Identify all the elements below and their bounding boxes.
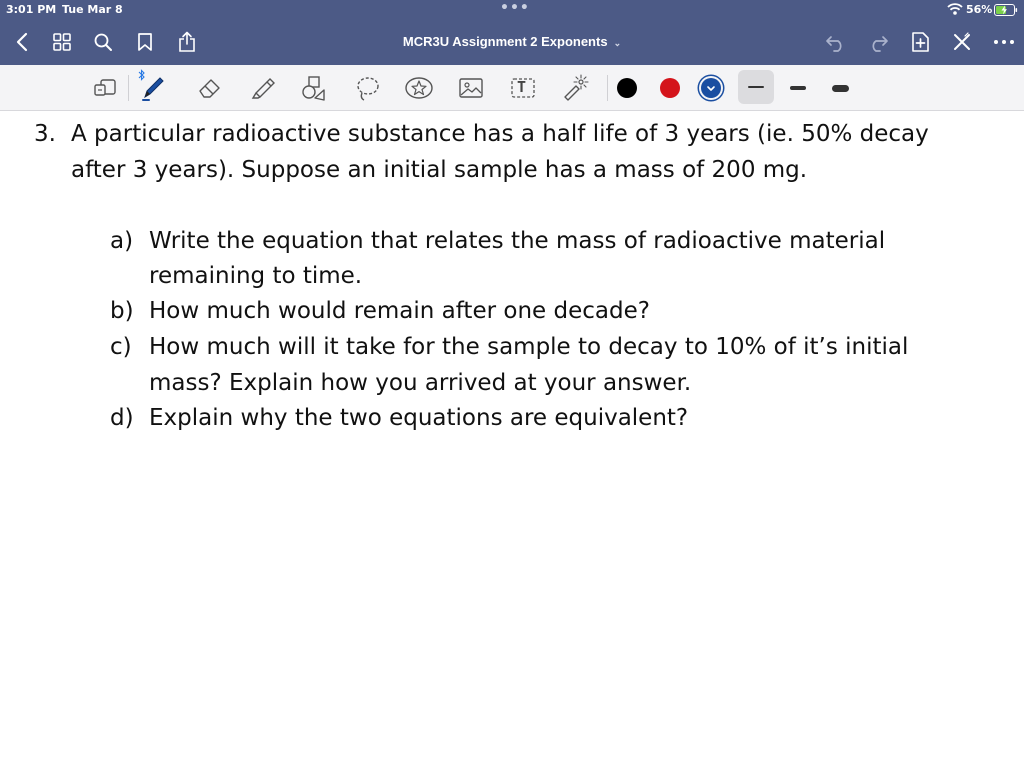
- bookmark-button[interactable]: [131, 28, 159, 56]
- redo-icon: [872, 36, 888, 52]
- toolbar-divider: [607, 75, 608, 101]
- part-label: d): [110, 405, 134, 431]
- drawing-toolbar: T: [0, 65, 1024, 111]
- undo-icon: [826, 36, 842, 52]
- part-label: a): [110, 228, 134, 254]
- question-number: 3.: [34, 121, 56, 147]
- thickness-thin-selected[interactable]: [738, 70, 774, 104]
- close-pen-icon: [954, 32, 970, 50]
- part-text: How much will it take for the sample to …: [149, 334, 909, 360]
- redo-button[interactable]: [864, 28, 892, 56]
- add-page-button[interactable]: [906, 28, 934, 56]
- shapes-icon: [302, 76, 325, 101]
- sticker-tool[interactable]: [404, 73, 434, 103]
- battery-percent: 56%: [966, 3, 993, 16]
- laser-pointer-icon: [564, 74, 589, 101]
- document-title[interactable]: MCR3U Assignment 2 Exponents ⌄: [340, 34, 684, 49]
- search-button[interactable]: [89, 28, 117, 56]
- lasso-icon: [357, 77, 379, 101]
- top-bar: 3:01 PM Tue Mar 8 ••• 56% MCR3U Assignme…: [0, 0, 1024, 65]
- status-time: 3:01 PM: [6, 3, 57, 16]
- thumbnails-button[interactable]: [48, 28, 76, 56]
- back-button[interactable]: [8, 28, 36, 56]
- color-swatch-black[interactable]: [617, 78, 637, 98]
- part-text: How much would remain after one decade?: [149, 298, 650, 324]
- part-label: b): [110, 298, 134, 324]
- thickness-thick-line: [832, 85, 849, 92]
- add-page-icon: [912, 32, 929, 52]
- color-swatch-red[interactable]: [660, 78, 680, 98]
- eraser-icon: [199, 79, 220, 98]
- shapes-tool[interactable]: [299, 73, 329, 103]
- chevron-down-icon: [707, 86, 715, 91]
- color-swatch-blue-selected[interactable]: [701, 78, 721, 98]
- question-text-line-2: after 3 years). Suppose an initial sampl…: [71, 157, 808, 183]
- image-tool[interactable]: [456, 73, 486, 103]
- pen-tool[interactable]: [138, 69, 168, 103]
- close-pen-mode-button[interactable]: [948, 28, 976, 56]
- toolbar-divider: [128, 75, 129, 101]
- more-icon: [994, 40, 1014, 44]
- nav-bar: MCR3U Assignment 2 Exponents ⌄: [0, 20, 1024, 65]
- bluetooth-icon: [138, 69, 145, 81]
- highlighter-tool[interactable]: [248, 73, 278, 103]
- part-text-continued: remaining to time.: [149, 263, 363, 289]
- thickness-medium-line: [790, 86, 806, 90]
- battery-charging-icon: [994, 4, 1018, 16]
- part-text: Explain why the two equations are equiva…: [149, 405, 689, 431]
- search-icon: [94, 33, 112, 51]
- image-icon: [459, 78, 483, 98]
- zoom-box-icon: [94, 79, 116, 96]
- laser-pointer-tool[interactable]: [560, 73, 590, 103]
- eraser-tool[interactable]: [195, 73, 225, 103]
- highlighter-icon: [251, 78, 275, 99]
- back-chevron-icon: [16, 32, 28, 52]
- part-text-continued: mass? Explain how you arrived at your an…: [149, 370, 692, 396]
- bookmark-icon: [138, 33, 152, 51]
- document-title-text: MCR3U Assignment 2 Exponents: [402, 34, 608, 49]
- question-text-line-1: A particular radioactive substance has a…: [71, 121, 929, 147]
- multitasking-dots[interactable]: •••: [500, 0, 530, 16]
- wifi-icon: [947, 3, 963, 15]
- thickness-thin-line: [748, 86, 764, 88]
- zoom-box-tool[interactable]: [90, 73, 120, 103]
- undo-button[interactable]: [822, 28, 850, 56]
- part-label: c): [110, 334, 132, 360]
- share-button[interactable]: [173, 28, 201, 56]
- more-button[interactable]: [990, 28, 1018, 56]
- document-page[interactable]: 3. A particular radioactive substance ha…: [0, 112, 1024, 768]
- sticker-icon: [405, 77, 433, 99]
- status-date: Tue Mar 8: [62, 3, 123, 16]
- thumbnails-grid-icon: [53, 33, 71, 51]
- text-tool-label: T: [517, 78, 527, 96]
- lasso-tool[interactable]: [353, 73, 383, 103]
- title-chevron-icon: ⌄: [613, 38, 622, 48]
- thickness-thick[interactable]: [826, 77, 856, 101]
- share-icon: [179, 31, 195, 52]
- part-text: Write the equation that relates the mass…: [149, 228, 886, 254]
- thickness-medium[interactable]: [784, 77, 812, 101]
- text-tool[interactable]: T: [508, 73, 538, 103]
- status-bar: 3:01 PM Tue Mar 8 ••• 56%: [0, 0, 1024, 20]
